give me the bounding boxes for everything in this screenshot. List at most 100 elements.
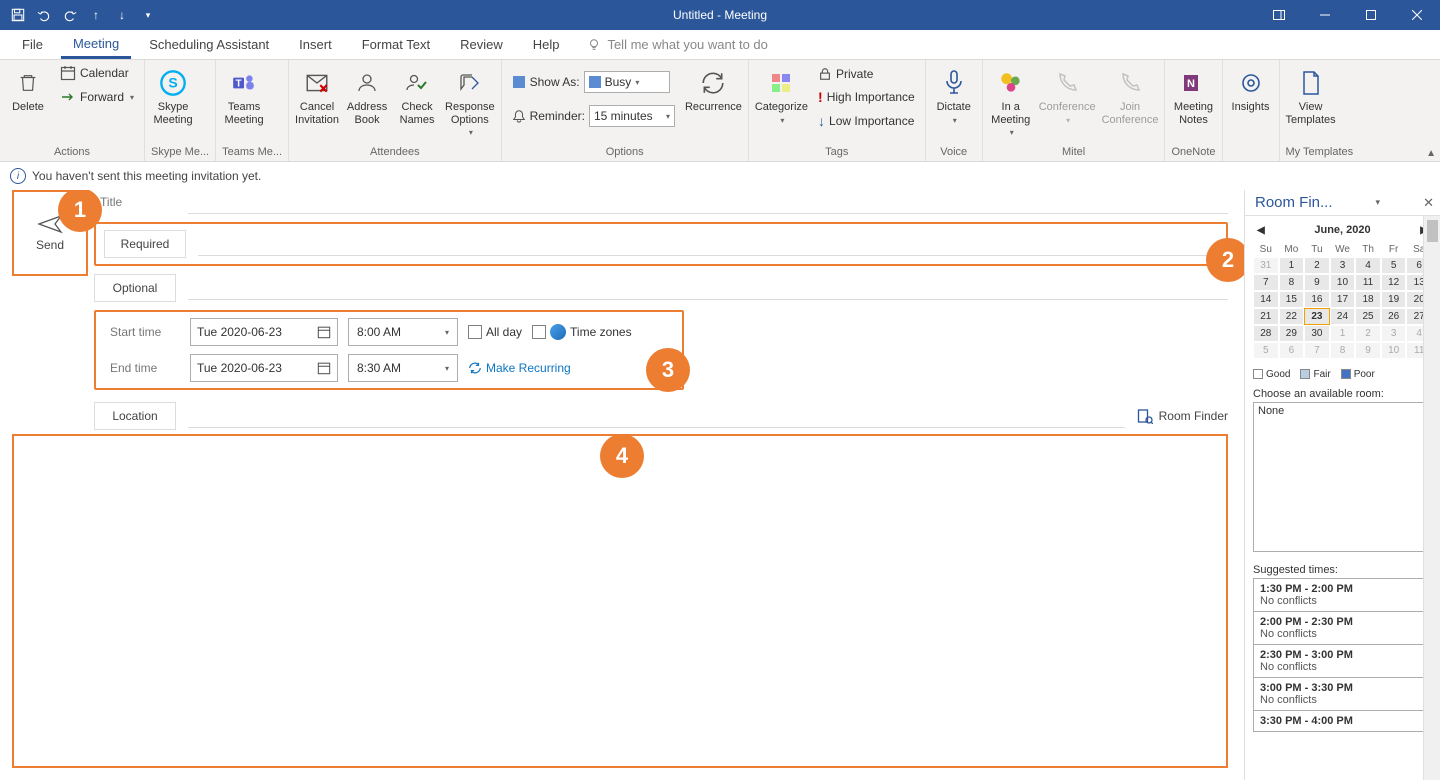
- room-finder-button[interactable]: Room Finder: [1137, 408, 1228, 424]
- high-importance-button[interactable]: !High Importance: [814, 87, 919, 107]
- forward-button[interactable]: Forward: [56, 87, 138, 107]
- cal-day[interactable]: 11: [1355, 274, 1381, 291]
- cal-day[interactable]: 2: [1304, 257, 1330, 274]
- minimize-icon[interactable]: [1302, 0, 1348, 30]
- cal-day[interactable]: 31: [1253, 257, 1279, 274]
- cal-day[interactable]: 1: [1330, 325, 1356, 342]
- tell-me-search[interactable]: Tell me what you want to do: [577, 30, 777, 59]
- all-day-checkbox[interactable]: All day: [468, 325, 522, 339]
- suggested-time-item[interactable]: 2:30 PM - 3:00 PMNo conflicts: [1253, 645, 1432, 678]
- meeting-body-textarea[interactable]: [12, 434, 1228, 768]
- cal-day[interactable]: 7: [1304, 342, 1330, 359]
- optional-input[interactable]: [188, 276, 1228, 300]
- suggested-time-item[interactable]: 2:00 PM - 2:30 PMNo conflicts: [1253, 612, 1432, 645]
- calendar-button[interactable]: Calendar: [56, 63, 138, 83]
- undo-icon[interactable]: [32, 3, 56, 27]
- cal-day[interactable]: 19: [1381, 291, 1407, 308]
- collapse-ribbon-icon[interactable]: ▲: [1426, 148, 1436, 159]
- location-input[interactable]: [188, 404, 1125, 428]
- meeting-notes-button[interactable]: N Meeting Notes: [1171, 63, 1215, 126]
- cal-day[interactable]: 3: [1330, 257, 1356, 274]
- suggested-time-item[interactable]: 3:30 PM - 4:00 PM: [1253, 711, 1432, 732]
- cal-day[interactable]: 10: [1330, 274, 1356, 291]
- cal-day[interactable]: 12: [1381, 274, 1407, 291]
- cal-day[interactable]: 5: [1381, 257, 1407, 274]
- cal-day[interactable]: 9: [1304, 274, 1330, 291]
- cal-day[interactable]: 17: [1330, 291, 1356, 308]
- cal-day[interactable]: 28: [1253, 325, 1279, 342]
- room-finder-menu-icon[interactable]: ▾: [1376, 197, 1381, 208]
- view-templates-button[interactable]: View Templates: [1286, 63, 1336, 126]
- cal-day[interactable]: 1: [1279, 257, 1305, 274]
- cal-day[interactable]: 9: [1355, 342, 1381, 359]
- prev-icon[interactable]: ↑: [84, 3, 108, 27]
- check-names-button[interactable]: Check Names: [395, 63, 439, 126]
- cal-day[interactable]: 4: [1355, 257, 1381, 274]
- end-date-input[interactable]: Tue 2020-06-23: [190, 354, 338, 382]
- private-button[interactable]: Private: [814, 65, 919, 83]
- title-input[interactable]: [188, 190, 1228, 214]
- tab-format-text[interactable]: Format Text: [350, 30, 442, 59]
- dictate-button[interactable]: Dictate: [932, 63, 976, 125]
- cal-day[interactable]: 18: [1355, 291, 1381, 308]
- reminder-dropdown[interactable]: 15 minutes▾: [589, 105, 675, 127]
- tab-review[interactable]: Review: [448, 30, 515, 59]
- skype-meeting-button[interactable]: S Skype Meeting: [151, 63, 195, 126]
- cal-day[interactable]: 30: [1304, 325, 1330, 342]
- delete-button[interactable]: Delete: [6, 63, 50, 114]
- cal-day[interactable]: 3: [1381, 325, 1407, 342]
- show-as-dropdown[interactable]: Busy▾: [584, 71, 670, 93]
- cal-day[interactable]: 10: [1381, 342, 1407, 359]
- conference-button[interactable]: Conference: [1039, 63, 1096, 125]
- location-button[interactable]: Location: [94, 402, 176, 430]
- in-a-meeting-button[interactable]: In a Meeting: [989, 63, 1033, 137]
- cal-day[interactable]: 23: [1304, 308, 1330, 325]
- time-zones-checkbox[interactable]: Time zones: [532, 324, 632, 340]
- cal-day[interactable]: 5: [1253, 342, 1279, 359]
- cal-day[interactable]: 6: [1279, 342, 1305, 359]
- cal-prev-icon[interactable]: ◀: [1257, 225, 1265, 236]
- recurrence-button[interactable]: Recurrence: [685, 63, 742, 114]
- suggested-time-item[interactable]: 3:00 PM - 3:30 PMNo conflicts: [1253, 678, 1432, 711]
- close-icon[interactable]: [1394, 0, 1440, 30]
- maximize-icon[interactable]: [1348, 0, 1394, 30]
- tab-insert[interactable]: Insert: [287, 30, 344, 59]
- cal-day[interactable]: 29: [1279, 325, 1305, 342]
- next-icon[interactable]: ↓: [110, 3, 134, 27]
- low-importance-button[interactable]: ↓Low Importance: [814, 111, 919, 131]
- cancel-invitation-button[interactable]: Cancel Invitation: [295, 63, 339, 126]
- required-input[interactable]: [198, 232, 1218, 256]
- room-finder-close-icon[interactable]: ✕: [1423, 195, 1434, 211]
- teams-meeting-button[interactable]: T Teams Meeting: [222, 63, 266, 126]
- tab-help[interactable]: Help: [521, 30, 572, 59]
- start-date-input[interactable]: Tue 2020-06-23: [190, 318, 338, 346]
- insights-button[interactable]: Insights: [1229, 63, 1273, 114]
- cal-day[interactable]: 25: [1355, 308, 1381, 325]
- cal-day[interactable]: 7: [1253, 274, 1279, 291]
- cal-day[interactable]: 8: [1330, 342, 1356, 359]
- tab-file[interactable]: File: [10, 30, 55, 59]
- cal-day[interactable]: 21: [1253, 308, 1279, 325]
- start-time-input[interactable]: 8:00 AM▾: [348, 318, 458, 346]
- cal-day[interactable]: 8: [1279, 274, 1305, 291]
- ribbon-display-icon[interactable]: [1256, 0, 1302, 30]
- address-book-button[interactable]: Address Book: [345, 63, 389, 126]
- suggested-time-item[interactable]: 1:30 PM - 2:00 PMNo conflicts: [1253, 579, 1432, 612]
- qat-menu-icon[interactable]: ▾: [136, 3, 160, 27]
- response-options-button[interactable]: Response Options: [445, 63, 495, 137]
- cal-day[interactable]: 14: [1253, 291, 1279, 308]
- optional-button[interactable]: Optional: [94, 274, 176, 302]
- redo-icon[interactable]: [58, 3, 82, 27]
- tab-meeting[interactable]: Meeting: [61, 30, 131, 59]
- categorize-button[interactable]: Categorize: [755, 63, 808, 125]
- join-conference-button[interactable]: Join Conference: [1102, 63, 1159, 126]
- make-recurring-link[interactable]: Make Recurring: [468, 361, 571, 375]
- cal-day[interactable]: 15: [1279, 291, 1305, 308]
- save-icon[interactable]: [6, 3, 30, 27]
- available-rooms-list[interactable]: None: [1253, 402, 1432, 552]
- required-button[interactable]: Required: [104, 230, 186, 258]
- cal-day[interactable]: 24: [1330, 308, 1356, 325]
- cal-day[interactable]: 2: [1355, 325, 1381, 342]
- end-time-input[interactable]: 8:30 AM▾: [348, 354, 458, 382]
- tab-scheduling[interactable]: Scheduling Assistant: [137, 30, 281, 59]
